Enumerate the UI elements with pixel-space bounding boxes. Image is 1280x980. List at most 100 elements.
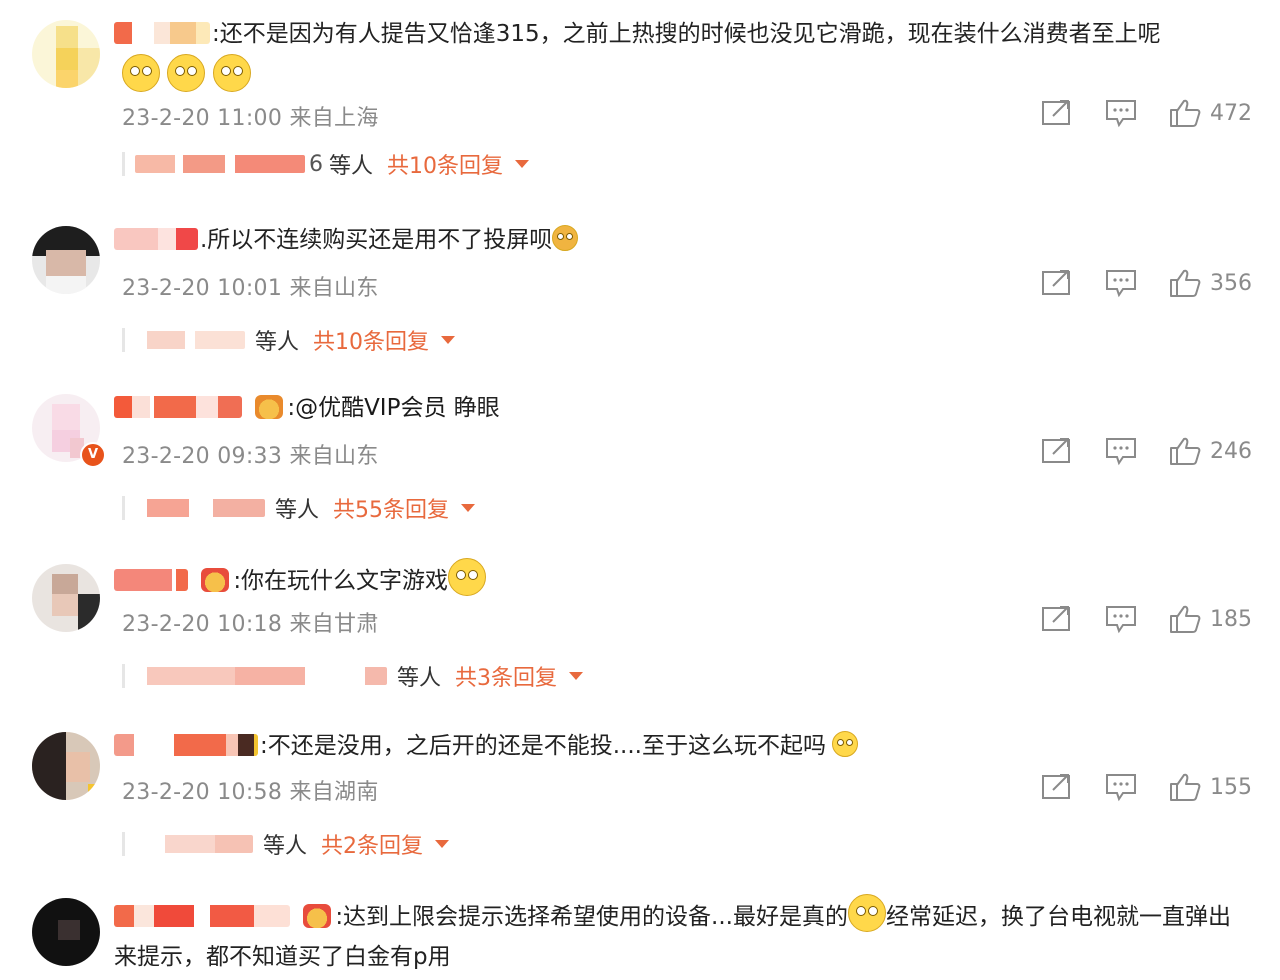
comment-text: :还不是因为有人提告又恰逢315，之前上热搜的时候也没见它滑跪，现在装什么消费者…: [114, 14, 1234, 97]
comment-text: :@优酷VIP会员 睁眼: [114, 388, 1234, 428]
avatar[interactable]: [32, 564, 100, 632]
avatar[interactable]: [32, 226, 100, 294]
username[interactable]: [114, 396, 242, 418]
vip-crown-icon: [255, 395, 284, 419]
like-count: 356: [1210, 270, 1252, 296]
share-icon: [1042, 270, 1070, 295]
emoji-icon: [848, 894, 886, 932]
emoji-icon: [122, 54, 160, 92]
comment-actions: 356: [1010, 268, 1252, 298]
username[interactable]: [114, 905, 290, 927]
reply-count-link[interactable]: 共2条回复: [321, 828, 423, 860]
comment-meta: 23-2-20 11:00 来自上海: [122, 106, 379, 131]
comment-item: :不还是没用，之后开的还是不能投....至于这么玩不起吗 23-2-20 10:…: [0, 712, 1280, 880]
like-icon: [1170, 269, 1201, 297]
comment-button[interactable]: [1104, 772, 1138, 802]
comment-item: :还不是因为有人提告又恰逢315，之前上热搜的时候也没见它滑跪，现在装什么消费者…: [0, 0, 1280, 179]
emoji-icon: [552, 225, 579, 251]
username[interactable]: [114, 569, 188, 591]
reply-summary[interactable]: 6 等人 共10条回复: [122, 152, 530, 179]
comment-icon: [1106, 774, 1136, 802]
comment-text: .所以不连续购买还是用不了投屏呗: [114, 220, 1234, 260]
comment-item: :你在玩什么文字游戏 23-2-20 10:18 来自甘肃 185 等人 共3条…: [0, 544, 1280, 712]
comment-meta: 23-2-20 10:18 来自甘肃: [122, 612, 379, 637]
reply-usernames: [135, 155, 305, 173]
comment-icon: [1106, 270, 1136, 298]
comment-meta: 23-2-20 10:58 来自湖南: [122, 780, 379, 805]
comment-meta: 23-2-20 09:33 来自山东: [122, 444, 379, 469]
emoji-icon: [832, 731, 858, 757]
comment-button[interactable]: [1104, 268, 1138, 298]
username[interactable]: [114, 22, 210, 44]
comment-actions: 472: [1010, 98, 1252, 128]
reply-usernames: [135, 499, 265, 517]
comment-text: :你在玩什么文字游戏: [114, 558, 1234, 601]
comment-button[interactable]: [1104, 436, 1138, 466]
comment-icon: [1106, 438, 1136, 466]
share-button[interactable]: [1040, 772, 1074, 802]
like-button[interactable]: 356: [1168, 268, 1252, 298]
like-icon: [1170, 437, 1201, 465]
comment-meta: 23-2-20 10:01 来自山东: [122, 276, 379, 301]
emoji-icon: [448, 558, 487, 596]
vip-crown-icon: [303, 904, 332, 928]
comment-actions: 246: [1010, 436, 1252, 466]
like-count: 472: [1210, 100, 1252, 126]
vip-crown-icon: [201, 568, 230, 592]
share-button[interactable]: [1040, 268, 1074, 298]
like-count: 155: [1210, 774, 1252, 800]
caret-down-icon[interactable]: [461, 504, 476, 512]
reply-summary[interactable]: 等人 共2条回复: [122, 832, 450, 859]
share-icon: [1042, 100, 1070, 125]
reply-count-link[interactable]: 共10条回复: [387, 148, 503, 180]
emoji-icon: [212, 54, 251, 92]
share-button[interactable]: [1040, 98, 1074, 128]
reply-summary[interactable]: 等人 共55条回复: [122, 496, 476, 523]
caret-down-icon[interactable]: [441, 336, 456, 344]
comment-icon: [1106, 606, 1136, 634]
comment-item: V :@优酷VIP会员 睁眼 23-2-20 09:33 来自山东 246 等人…: [0, 376, 1280, 544]
share-button[interactable]: [1040, 604, 1074, 634]
username[interactable]: [114, 228, 198, 250]
like-count: 246: [1210, 438, 1252, 464]
comment-button[interactable]: [1104, 604, 1138, 634]
like-count: 185: [1210, 606, 1252, 632]
reply-usernames: [135, 835, 253, 853]
share-icon: [1042, 438, 1070, 463]
reply-summary[interactable]: 等人 共10条回复: [122, 328, 456, 355]
like-button[interactable]: 472: [1168, 98, 1252, 128]
mention-link[interactable]: @优酷VIP会员: [295, 395, 446, 421]
reply-count-link[interactable]: 共55条回复: [333, 492, 449, 524]
share-button[interactable]: [1040, 436, 1074, 466]
like-button[interactable]: 155: [1168, 772, 1252, 802]
comment-item: .所以不连续购买还是用不了投屏呗 23-2-20 10:01 来自山东 356 …: [0, 208, 1280, 376]
avatar[interactable]: [32, 898, 100, 966]
like-button[interactable]: 246: [1168, 436, 1252, 466]
caret-down-icon[interactable]: [569, 672, 584, 680]
like-icon: [1170, 605, 1201, 633]
like-icon: [1170, 99, 1201, 127]
comment-actions: 185: [1010, 604, 1252, 634]
comment-button[interactable]: [1104, 98, 1138, 128]
comment-item: :达到上限会提示选择希望使用的设备...最好是真的 经常延迟，换了台电视就一直弹出…: [0, 880, 1280, 980]
like-icon: [1170, 773, 1201, 801]
verified-badge: V: [80, 442, 106, 468]
reply-summary[interactable]: 等人 共3条回复: [122, 664, 584, 691]
reply-count-link[interactable]: 共3条回复: [455, 660, 557, 692]
comment-actions: 155: [1010, 772, 1252, 802]
share-icon: [1042, 774, 1070, 799]
username[interactable]: [114, 734, 258, 756]
reply-usernames: [135, 331, 245, 349]
comment-icon: [1106, 100, 1136, 128]
comment-text: :达到上限会提示选择希望使用的设备...最好是真的 经常延迟，换了台电视就一直弹出…: [114, 894, 1244, 977]
avatar[interactable]: [32, 20, 100, 88]
avatar[interactable]: [32, 732, 100, 800]
caret-down-icon[interactable]: [515, 160, 530, 168]
like-button[interactable]: 185: [1168, 604, 1252, 634]
emoji-icon: [167, 54, 206, 92]
reply-count-link[interactable]: 共10条回复: [313, 324, 429, 356]
caret-down-icon[interactable]: [435, 840, 450, 848]
reply-usernames: [135, 667, 387, 685]
share-icon: [1042, 606, 1070, 631]
comment-text: :不还是没用，之后开的还是不能投....至于这么玩不起吗: [114, 726, 1234, 766]
